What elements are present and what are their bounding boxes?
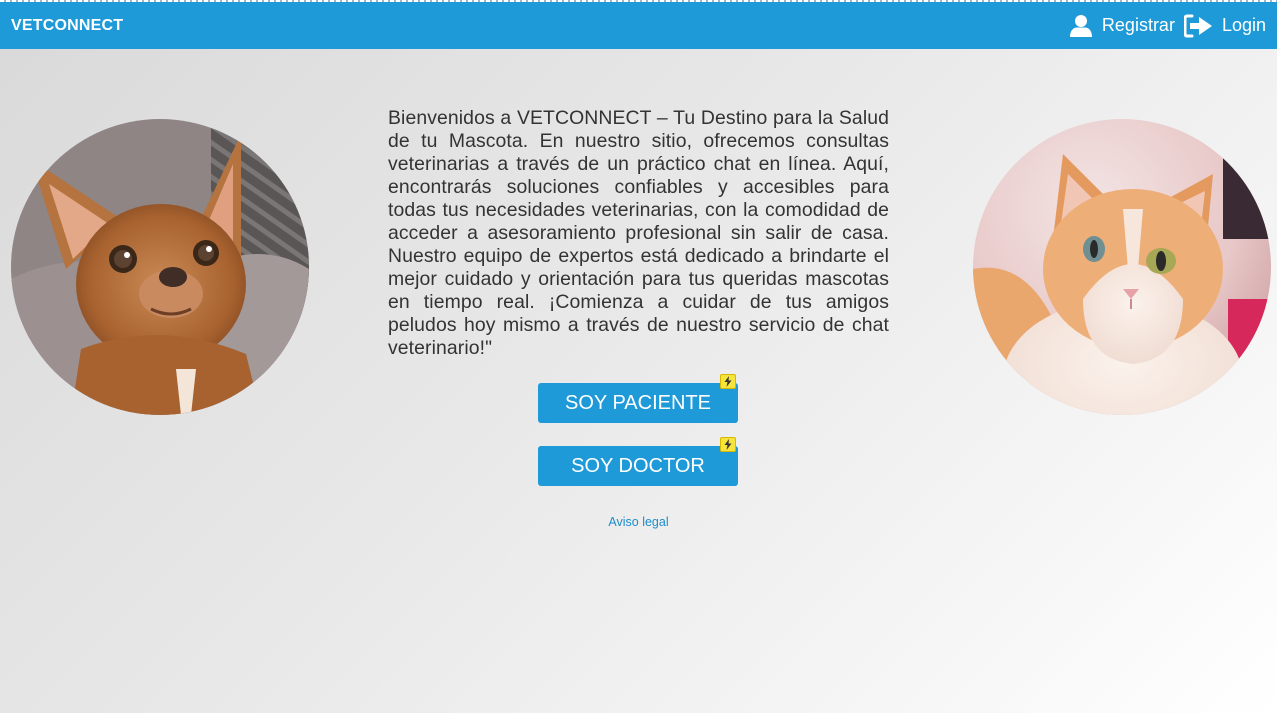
doctor-button-label: SOY DOCTOR xyxy=(571,454,705,477)
dog-image xyxy=(11,119,309,415)
intro-text: Bienvenidos a VETCONNECT – Tu Destino pa… xyxy=(388,107,889,359)
login-link[interactable]: Login xyxy=(1183,14,1266,38)
register-link[interactable]: Registrar xyxy=(1069,14,1175,38)
legal-notice-link[interactable]: Aviso legal xyxy=(608,515,668,529)
lightning-bolt-icon xyxy=(720,437,736,452)
patient-button-label: SOY PACIENTE xyxy=(565,391,711,414)
register-label: Registrar xyxy=(1101,15,1175,35)
lightning-bolt-icon xyxy=(720,374,736,389)
sign-in-icon xyxy=(1183,14,1214,38)
cat-image xyxy=(973,119,1271,415)
doctor-button[interactable]: SOY DOCTOR xyxy=(538,437,738,486)
nav-links: Registrar Login xyxy=(1069,14,1266,38)
brand-logo[interactable]: VETCONNECT xyxy=(11,17,123,35)
login-label: Login xyxy=(1221,15,1266,35)
legal-footer: Aviso legal xyxy=(0,515,1277,529)
patient-button[interactable]: SOY PACIENTE xyxy=(538,374,738,423)
navbar: VETCONNECT Registrar Login xyxy=(0,2,1277,49)
user-icon xyxy=(1069,14,1092,38)
